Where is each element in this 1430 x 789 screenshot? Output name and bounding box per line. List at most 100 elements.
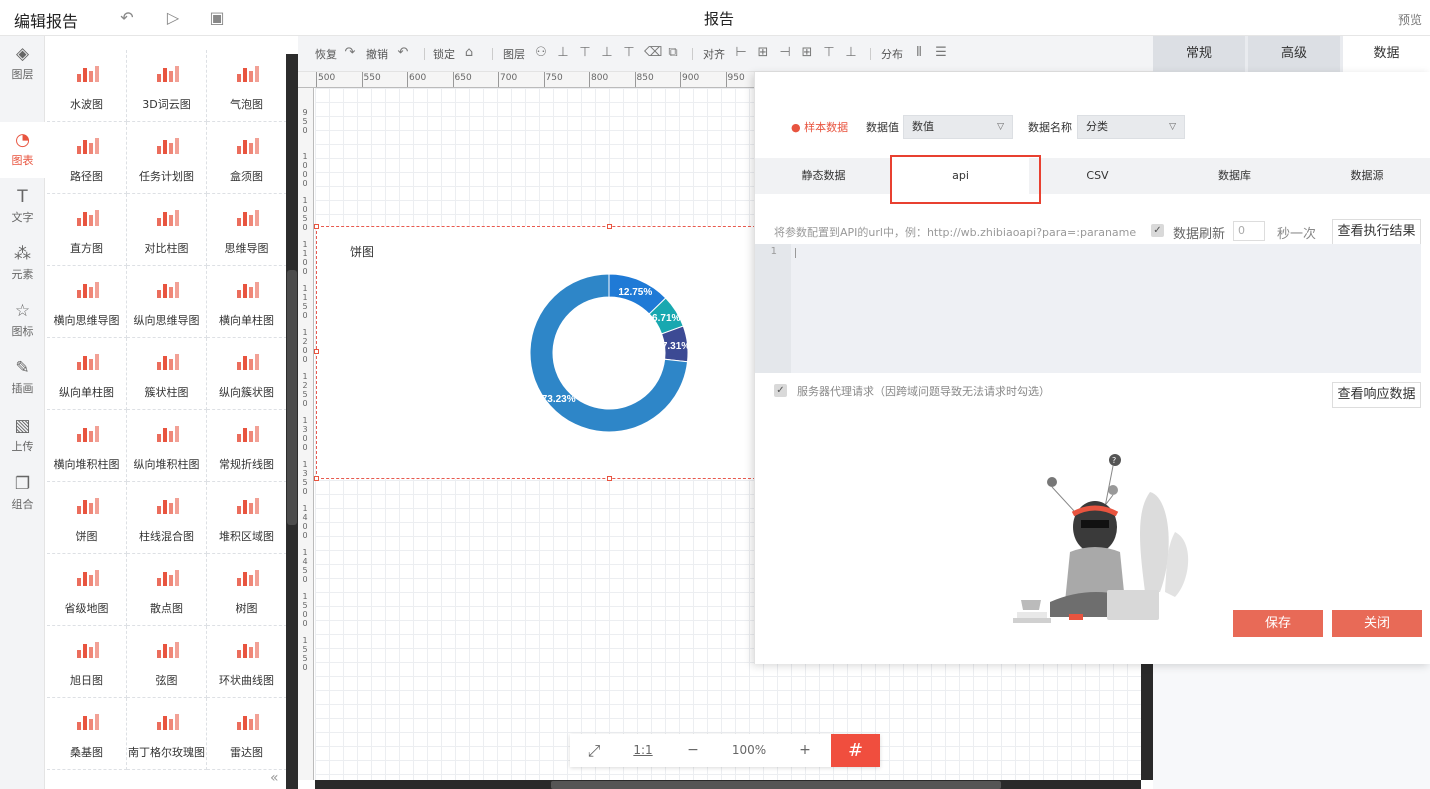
tab-datasource[interactable]: 数据源: [1303, 158, 1430, 194]
nav-illustrations[interactable]: ✎ 插画: [0, 350, 45, 406]
component-bar-line[interactable]: 柱线混合图: [127, 482, 207, 554]
component-histogram[interactable]: 直方图: [47, 194, 127, 266]
resize-handle[interactable]: [314, 476, 319, 481]
align-middle-icon[interactable]: ⊞: [800, 45, 814, 61]
component-chord[interactable]: 弦图: [127, 626, 207, 698]
component-boxplot[interactable]: 盒须图: [207, 122, 286, 194]
name-select[interactable]: 分类 ▽: [1077, 115, 1185, 139]
component-h-mindmap[interactable]: 横向思维导图: [47, 266, 127, 338]
align-bottom-icon[interactable]: ⊥: [844, 45, 858, 61]
view-exec-result-button[interactable]: 查看执行结果: [1332, 219, 1421, 245]
redo-icon[interactable]: ↷: [343, 45, 357, 61]
divider: [870, 48, 871, 60]
tab-advanced[interactable]: 高级: [1248, 36, 1340, 72]
component-ring-curve[interactable]: 环状曲线图: [207, 626, 286, 698]
zoom-out-button[interactable]: −: [668, 734, 718, 767]
chord-icon: [153, 638, 181, 660]
api-url-editor[interactable]: 1: [755, 244, 1421, 373]
component-pie[interactable]: 饼图: [47, 482, 127, 554]
resize-handle[interactable]: [314, 224, 319, 229]
undo-label[interactable]: 撤销: [366, 46, 388, 62]
preview-button[interactable]: 预览: [1398, 11, 1422, 28]
align-top-icon[interactable]: ⊤: [822, 45, 836, 61]
component-radar[interactable]: 雷达图: [207, 698, 286, 770]
component-rose[interactable]: 南丁格尔玫瑰图: [127, 698, 207, 770]
view-response-button[interactable]: 查看响应数据: [1332, 382, 1421, 408]
collapse-panel-icon[interactable]: «: [270, 770, 279, 786]
component-tree[interactable]: 树图: [207, 554, 286, 626]
undo-icon[interactable]: ↶: [396, 45, 410, 61]
lock-label[interactable]: 锁定: [433, 46, 455, 62]
layer-top-icon[interactable]: ⊥: [556, 45, 570, 61]
refresh-checkbox[interactable]: ✓: [1151, 224, 1164, 237]
component-bubble[interactable]: 气泡图: [207, 50, 286, 122]
nav-upload[interactable]: ▧ 上传: [0, 408, 45, 464]
tab-csv[interactable]: CSV: [1029, 158, 1166, 194]
tab-database[interactable]: 数据库: [1166, 158, 1303, 194]
save-icon[interactable]: ▣: [208, 9, 226, 27]
nav-charts[interactable]: ◔ 图表: [0, 122, 45, 178]
boxplot-icon: [233, 134, 261, 156]
layer-bottom-icon[interactable]: ⊤: [622, 45, 636, 61]
nav-layers[interactable]: ◈ 图层: [0, 36, 45, 92]
resize-handle[interactable]: [607, 224, 612, 229]
component-compare-bar[interactable]: 对比柱图: [127, 194, 207, 266]
align-center-icon[interactable]: ⊞: [756, 45, 770, 61]
nav-icons[interactable]: ☆ 图标: [0, 293, 45, 349]
fit-screen-icon[interactable]: ⤢: [570, 734, 618, 767]
value-select[interactable]: 数值 ▽: [903, 115, 1013, 139]
redo-label[interactable]: 恢复: [315, 46, 337, 62]
component-water-wave[interactable]: 水波图: [47, 50, 127, 122]
layer-group-icon[interactable]: ⚇: [534, 45, 548, 61]
align-right-icon[interactable]: ⊣: [778, 45, 792, 61]
layer-down-icon[interactable]: ⊥: [600, 45, 614, 61]
vertical-scrollbar[interactable]: [287, 270, 297, 525]
layer-up-icon[interactable]: ⊤: [578, 45, 592, 61]
text-caret: [795, 248, 796, 258]
tab-general[interactable]: 常规: [1153, 36, 1245, 72]
resize-handle[interactable]: [607, 476, 612, 481]
component-v-bar[interactable]: 纵向单柱图: [47, 338, 127, 410]
component-sunburst[interactable]: 旭日图: [47, 626, 127, 698]
component-v-stack[interactable]: 纵向堆积柱图: [127, 410, 207, 482]
component-h-bar[interactable]: 横向单柱图: [207, 266, 286, 338]
nav-group[interactable]: ❐ 组合: [0, 466, 45, 522]
component-line[interactable]: 常规折线图: [207, 410, 286, 482]
component-map[interactable]: 省级地图: [47, 554, 127, 626]
grid-toggle-icon[interactable]: #: [831, 734, 880, 767]
component-v-mindmap[interactable]: 纵向思维导图: [127, 266, 207, 338]
lock-icon[interactable]: ⌂: [462, 45, 476, 61]
tab-data[interactable]: 数据: [1343, 36, 1430, 72]
component-word-cloud[interactable]: 3D词云图: [127, 50, 207, 122]
zoom-in-button[interactable]: +: [780, 734, 830, 767]
copy-icon[interactable]: ⧉: [666, 45, 680, 61]
tab-static-data[interactable]: 静态数据: [755, 158, 892, 194]
delete-icon[interactable]: ⌫: [644, 45, 662, 61]
component-scatter[interactable]: 散点图: [127, 554, 207, 626]
component-h-stack[interactable]: 横向堆积柱图: [47, 410, 127, 482]
component-v-cluster[interactable]: 纵向簇状图: [207, 338, 286, 410]
distribute-h-icon[interactable]: ⫴: [912, 45, 926, 61]
nav-label: 文字: [11, 211, 34, 224]
component-sankey[interactable]: 桑基图: [47, 698, 127, 770]
actual-size-button[interactable]: 1:1: [618, 734, 668, 767]
horizontal-scrollbar[interactable]: [551, 781, 1001, 789]
distribute-v-icon[interactable]: ☰: [934, 45, 948, 61]
component-path[interactable]: 路径图: [47, 122, 127, 194]
component-label: 柱线混合图: [139, 530, 194, 543]
proxy-checkbox[interactable]: ✓: [774, 384, 787, 397]
component-mindmap[interactable]: 思维导图: [207, 194, 286, 266]
nav-elements[interactable]: ⁂ 元素: [0, 236, 45, 292]
component-cluster-bar[interactable]: 簇状柱图: [127, 338, 207, 410]
align-left-icon[interactable]: ⊢: [734, 45, 748, 61]
save-button[interactable]: 保存: [1233, 610, 1323, 637]
close-button[interactable]: 关闭: [1332, 610, 1422, 637]
play-icon[interactable]: ▷: [164, 9, 182, 27]
ring-curve-icon: [233, 638, 261, 660]
component-gantt[interactable]: 任务计划图: [127, 122, 207, 194]
nav-text[interactable]: T 文字: [0, 179, 45, 235]
resize-handle[interactable]: [314, 349, 319, 354]
component-area[interactable]: 堆积区域图: [207, 482, 286, 554]
refresh-interval-input[interactable]: 0: [1233, 221, 1265, 241]
back-icon[interactable]: ↶: [118, 9, 136, 27]
